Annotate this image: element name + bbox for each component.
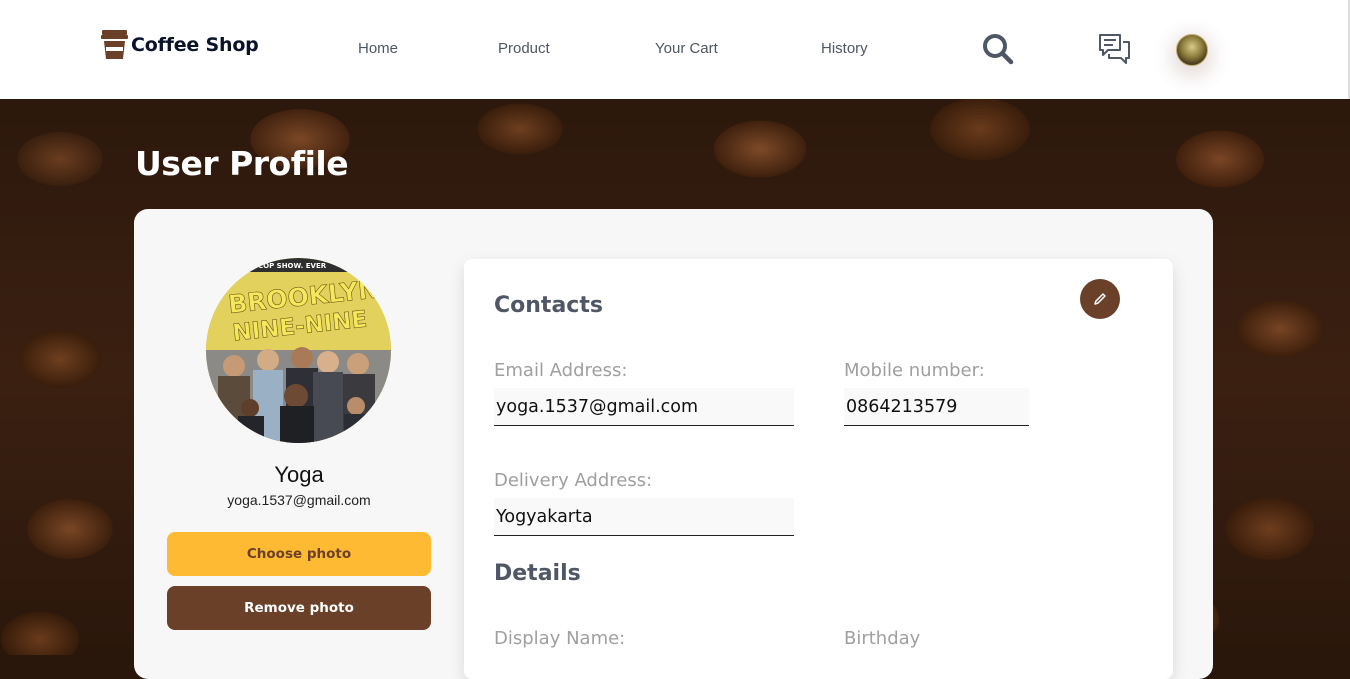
mobile-label: Mobile number:	[844, 360, 985, 381]
pencil-icon	[1094, 293, 1106, 305]
profile-picture: COP SHOW. EVER BROOKLYN NINE-NINE	[206, 258, 391, 443]
email-label: Email Address:	[494, 360, 628, 381]
page-title: User Profile	[135, 144, 349, 183]
nav-home[interactable]: Home	[358, 40, 398, 57]
svg-text:COP SHOW. EVER: COP SHOW. EVER	[258, 262, 327, 270]
search-icon[interactable]	[982, 33, 1014, 69]
address-field[interactable]	[494, 498, 794, 536]
chat-icon[interactable]	[1098, 33, 1131, 70]
details-title: Details	[494, 561, 581, 586]
display-name-label: Display Name:	[494, 628, 626, 649]
brand-logo[interactable]: Coffee Shop	[101, 29, 259, 60]
birthday-label: Birthday	[844, 628, 921, 649]
contacts-title: Contacts	[494, 293, 603, 318]
coffee-cup-icon	[101, 30, 128, 59]
choose-photo-button[interactable]: Choose photo	[167, 532, 431, 576]
mobile-field[interactable]	[844, 388, 1029, 426]
address-label: Delivery Address:	[494, 470, 653, 491]
remove-photo-button[interactable]: Remove photo	[167, 586, 431, 630]
profile-name: Yoga	[274, 462, 324, 487]
nav-your-cart[interactable]: Your Cart	[655, 40, 718, 57]
user-avatar[interactable]	[1176, 34, 1208, 66]
edit-profile-button[interactable]	[1080, 279, 1120, 319]
brand-name: Coffee Shop	[131, 33, 259, 56]
email-field[interactable]	[494, 388, 794, 426]
nav-product[interactable]: Product	[498, 40, 550, 57]
poster-image: COP SHOW. EVER BROOKLYN NINE-NINE	[206, 258, 391, 443]
nav-history[interactable]: History	[821, 40, 868, 57]
contacts-panel	[464, 259, 1173, 679]
profile-email: yoga.1537@gmail.com	[227, 492, 371, 508]
top-navbar: Coffee Shop Home Product Your Cart Histo…	[0, 0, 1350, 99]
